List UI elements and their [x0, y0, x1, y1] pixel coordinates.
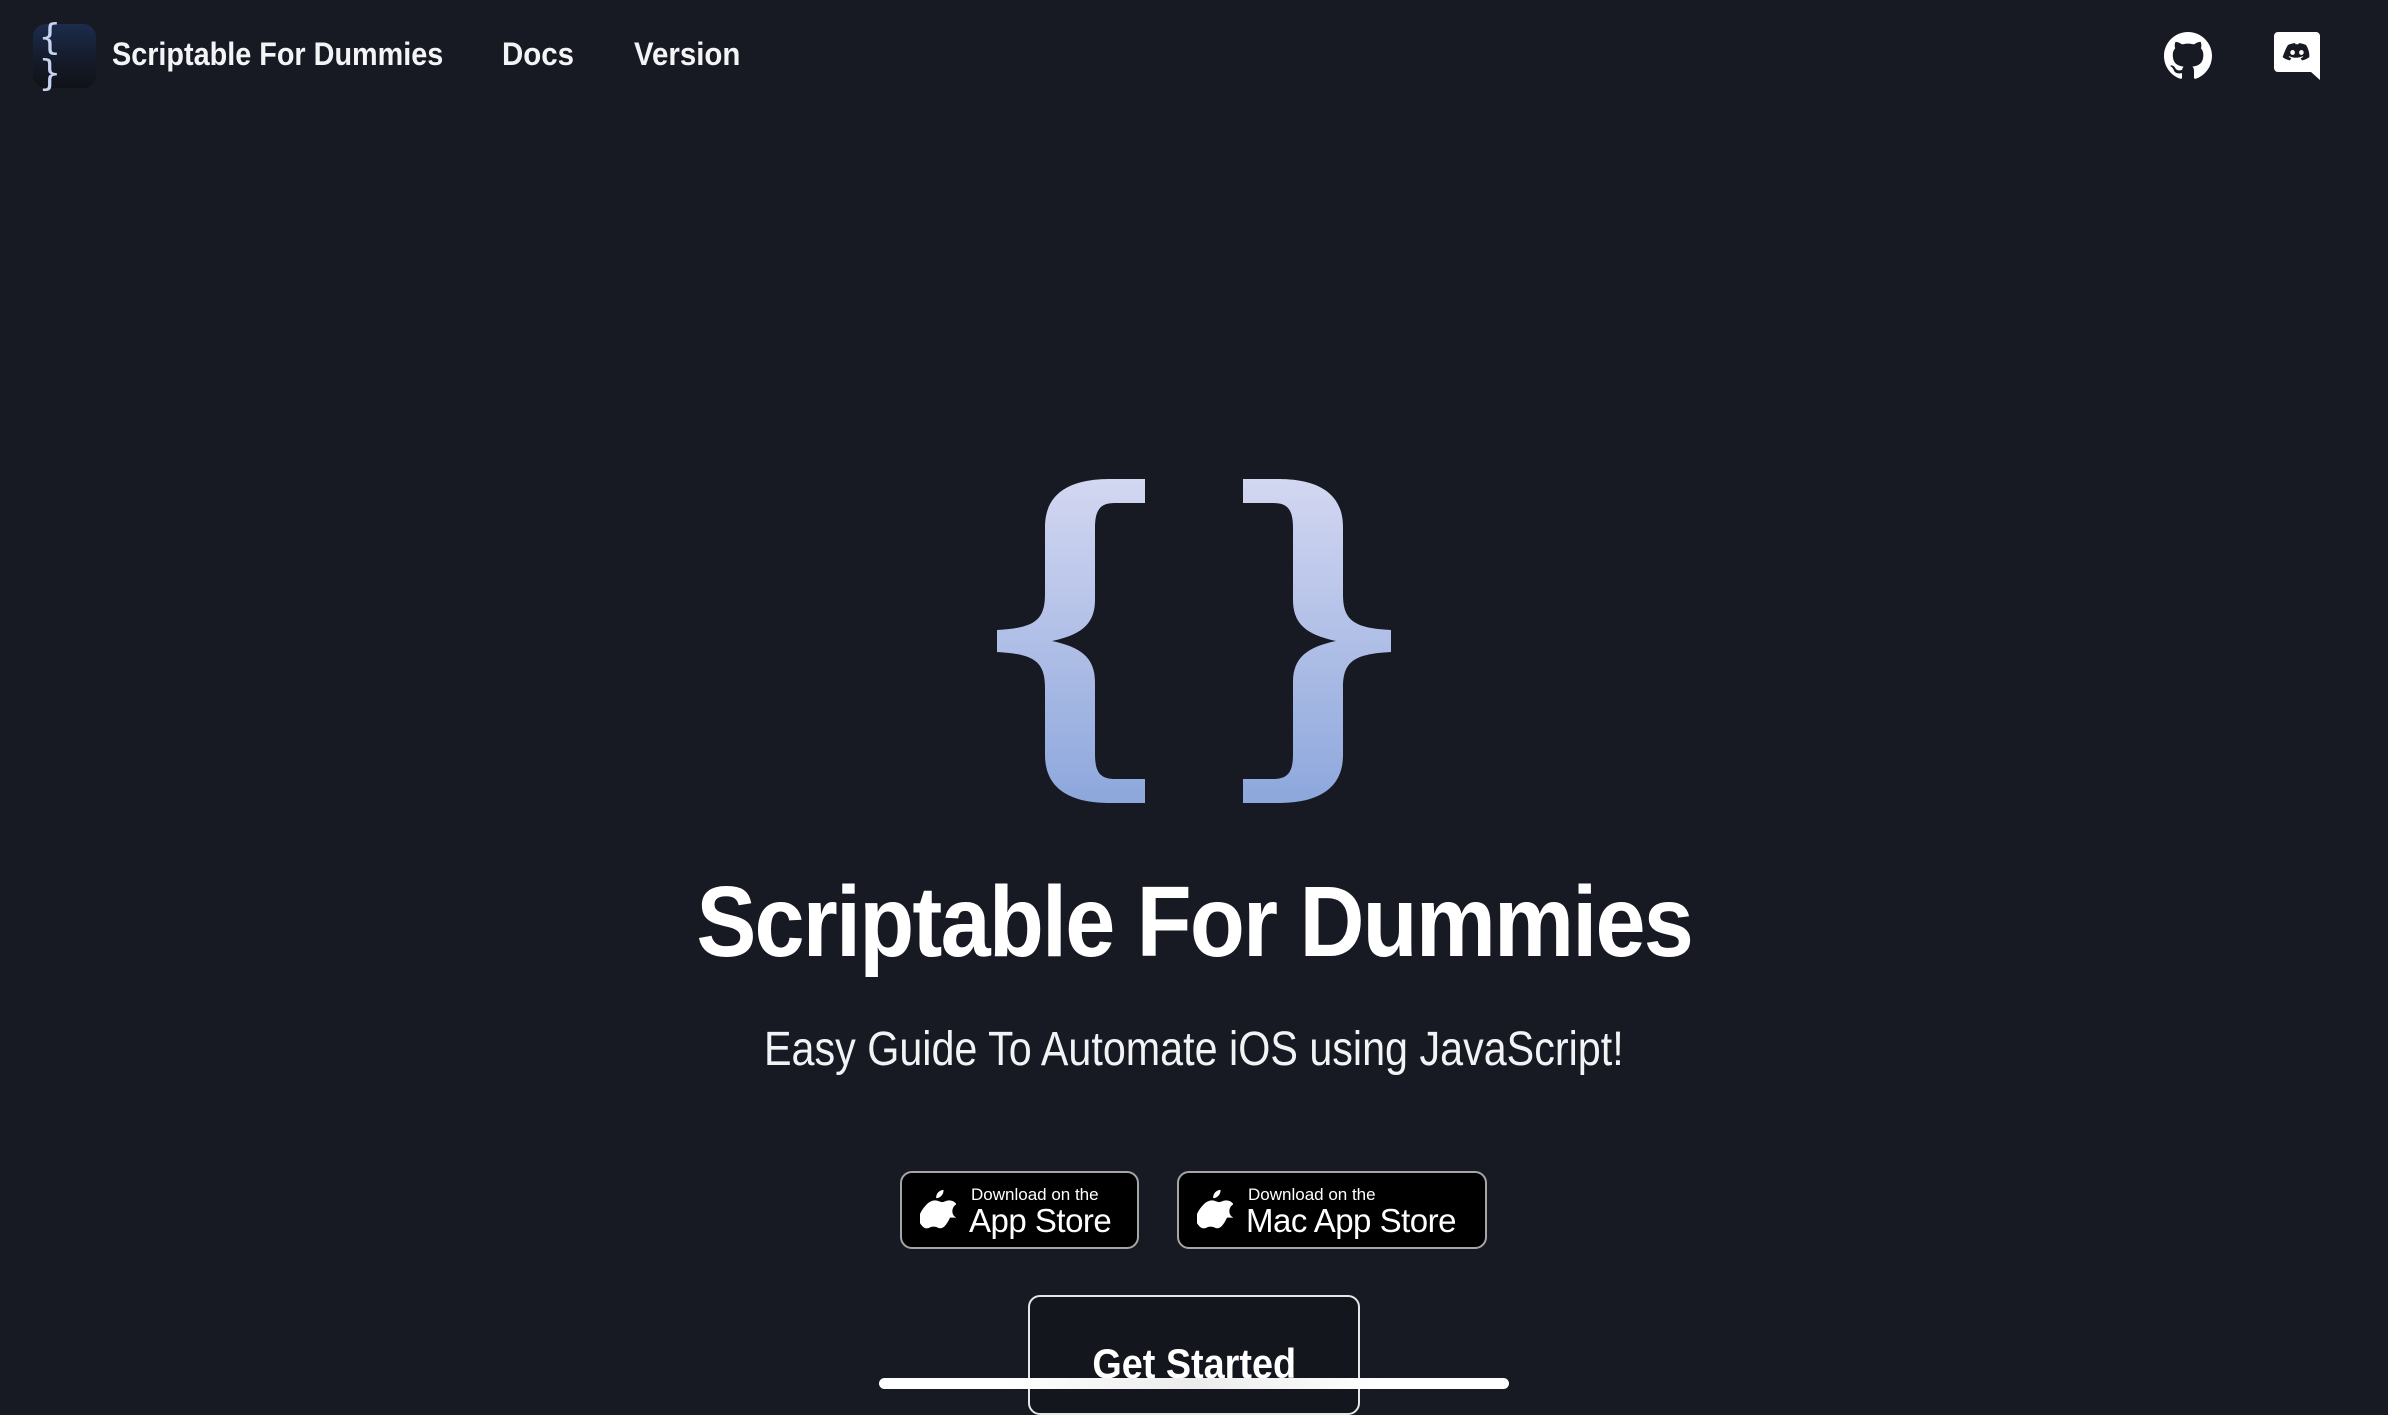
get-started-button[interactable]: Get Started	[1028, 1295, 1360, 1415]
apple-icon	[1197, 1189, 1233, 1229]
discord-link[interactable]	[2274, 32, 2322, 80]
navbar: { } Scriptable For Dummies Docs Version	[0, 0, 2388, 112]
hero-subtitle: Easy Guide To Automate iOS using JavaScr…	[0, 1020, 2388, 1080]
curly-braces-logo	[997, 479, 1391, 803]
site-logo[interactable]: { }	[33, 20, 96, 92]
left-brace-icon	[997, 479, 1145, 803]
app-store-badge-label: App Store	[969, 1202, 1112, 1239]
github-icon	[2164, 32, 2212, 79]
hero-title: Scriptable For Dummies	[0, 862, 2388, 982]
nav-link-docs[interactable]: Docs	[502, 34, 574, 74]
app-store-badge[interactable]: Download on the App Store	[900, 1171, 1139, 1249]
mac-app-store-badge-label: Mac App Store	[1246, 1202, 1456, 1239]
github-link[interactable]	[2164, 32, 2212, 80]
apple-icon	[920, 1189, 956, 1229]
hero-title-text: Scriptable For Dummies	[696, 866, 1693, 978]
logo-braces-icon: { }	[39, 17, 67, 94]
nav-brand-link[interactable]: Scriptable For Dummies	[112, 34, 443, 74]
hero-subtitle-text: Easy Guide To Automate iOS using JavaScr…	[764, 1023, 1624, 1076]
nav-link-version[interactable]: Version	[634, 34, 740, 74]
right-brace-icon	[1243, 479, 1391, 803]
home-indicator-bar[interactable]	[879, 1378, 1509, 1389]
discord-icon	[2274, 32, 2320, 80]
mac-app-store-badge[interactable]: Download on the Mac App Store	[1177, 1171, 1487, 1249]
